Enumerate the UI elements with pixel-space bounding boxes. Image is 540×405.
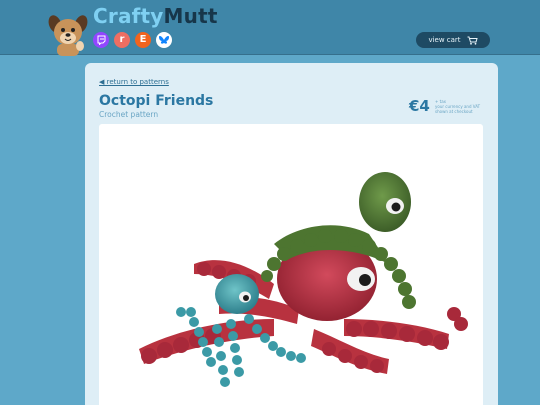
etsy-icon[interactable]: E	[135, 32, 151, 48]
return-to-patterns-link[interactable]: ◀ return to patterns	[99, 78, 169, 86]
site-header: CraftyMutt r E view cart	[0, 0, 540, 56]
cart-icon	[467, 36, 478, 45]
ravelry-icon[interactable]: r	[114, 32, 130, 48]
dog-logo-icon[interactable]	[45, 10, 91, 56]
product-photo[interactable]	[99, 124, 483, 405]
view-cart-label: view cart	[428, 36, 461, 44]
product-subtitle: Crochet pattern	[99, 110, 159, 119]
view-cart-button[interactable]: view cart	[416, 32, 490, 48]
price-note: + tax your currency and VAT shown at che…	[435, 99, 495, 114]
bluesky-icon[interactable]	[156, 32, 172, 48]
octopus-photo-image	[139, 172, 468, 387]
price-note-line: shown at checkout	[435, 109, 473, 114]
social-links: r E	[93, 32, 172, 48]
brand-name[interactable]: CraftyMutt	[93, 4, 218, 28]
product-card: ◀ return to patterns Octopi Friends Croc…	[85, 63, 498, 405]
brand-name-part2: Mutt	[163, 4, 218, 28]
twitch-icon[interactable]	[93, 32, 109, 48]
product-price: €4	[409, 97, 430, 115]
brand-name-part1: Crafty	[93, 4, 164, 28]
product-title: Octopi Friends	[99, 93, 214, 109]
